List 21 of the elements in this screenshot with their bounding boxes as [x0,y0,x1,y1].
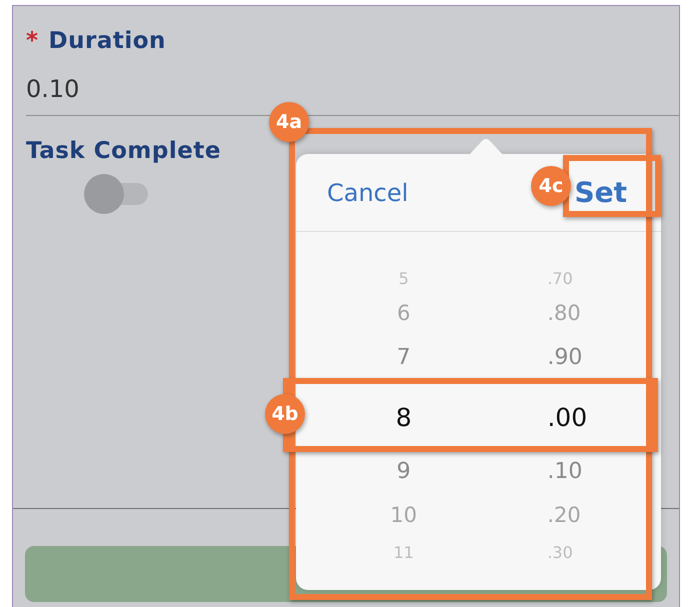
picker-value[interactable]: 11 [393,543,414,562]
picker-value[interactable]: .90 [547,345,582,370]
picker-value[interactable]: .70 [547,269,573,288]
picker-value-selected[interactable]: .00 [547,403,588,432]
field-label: Duration [48,28,166,54]
required-mark: * [26,28,39,54]
picker-value[interactable]: 9 [396,459,411,484]
callout-badge: 4a [269,102,309,142]
picker-value[interactable]: 10 [390,503,418,527]
callout-badge: 4b [265,394,305,434]
picker-value[interactable]: .30 [547,543,573,562]
cancel-button[interactable]: Cancel [327,174,408,210]
set-button[interactable]: Set [574,172,627,214]
picker-value[interactable]: .20 [547,503,581,527]
picker-value[interactable]: 5 [398,269,409,288]
picker-value[interactable]: .10 [547,459,582,484]
picker-value[interactable]: 7 [396,345,411,370]
picker-value[interactable]: 6 [396,301,410,325]
picker-value[interactable]: .80 [547,301,581,325]
field-label: Task Complete [26,138,221,164]
picker-value-selected[interactable]: 8 [396,403,412,432]
